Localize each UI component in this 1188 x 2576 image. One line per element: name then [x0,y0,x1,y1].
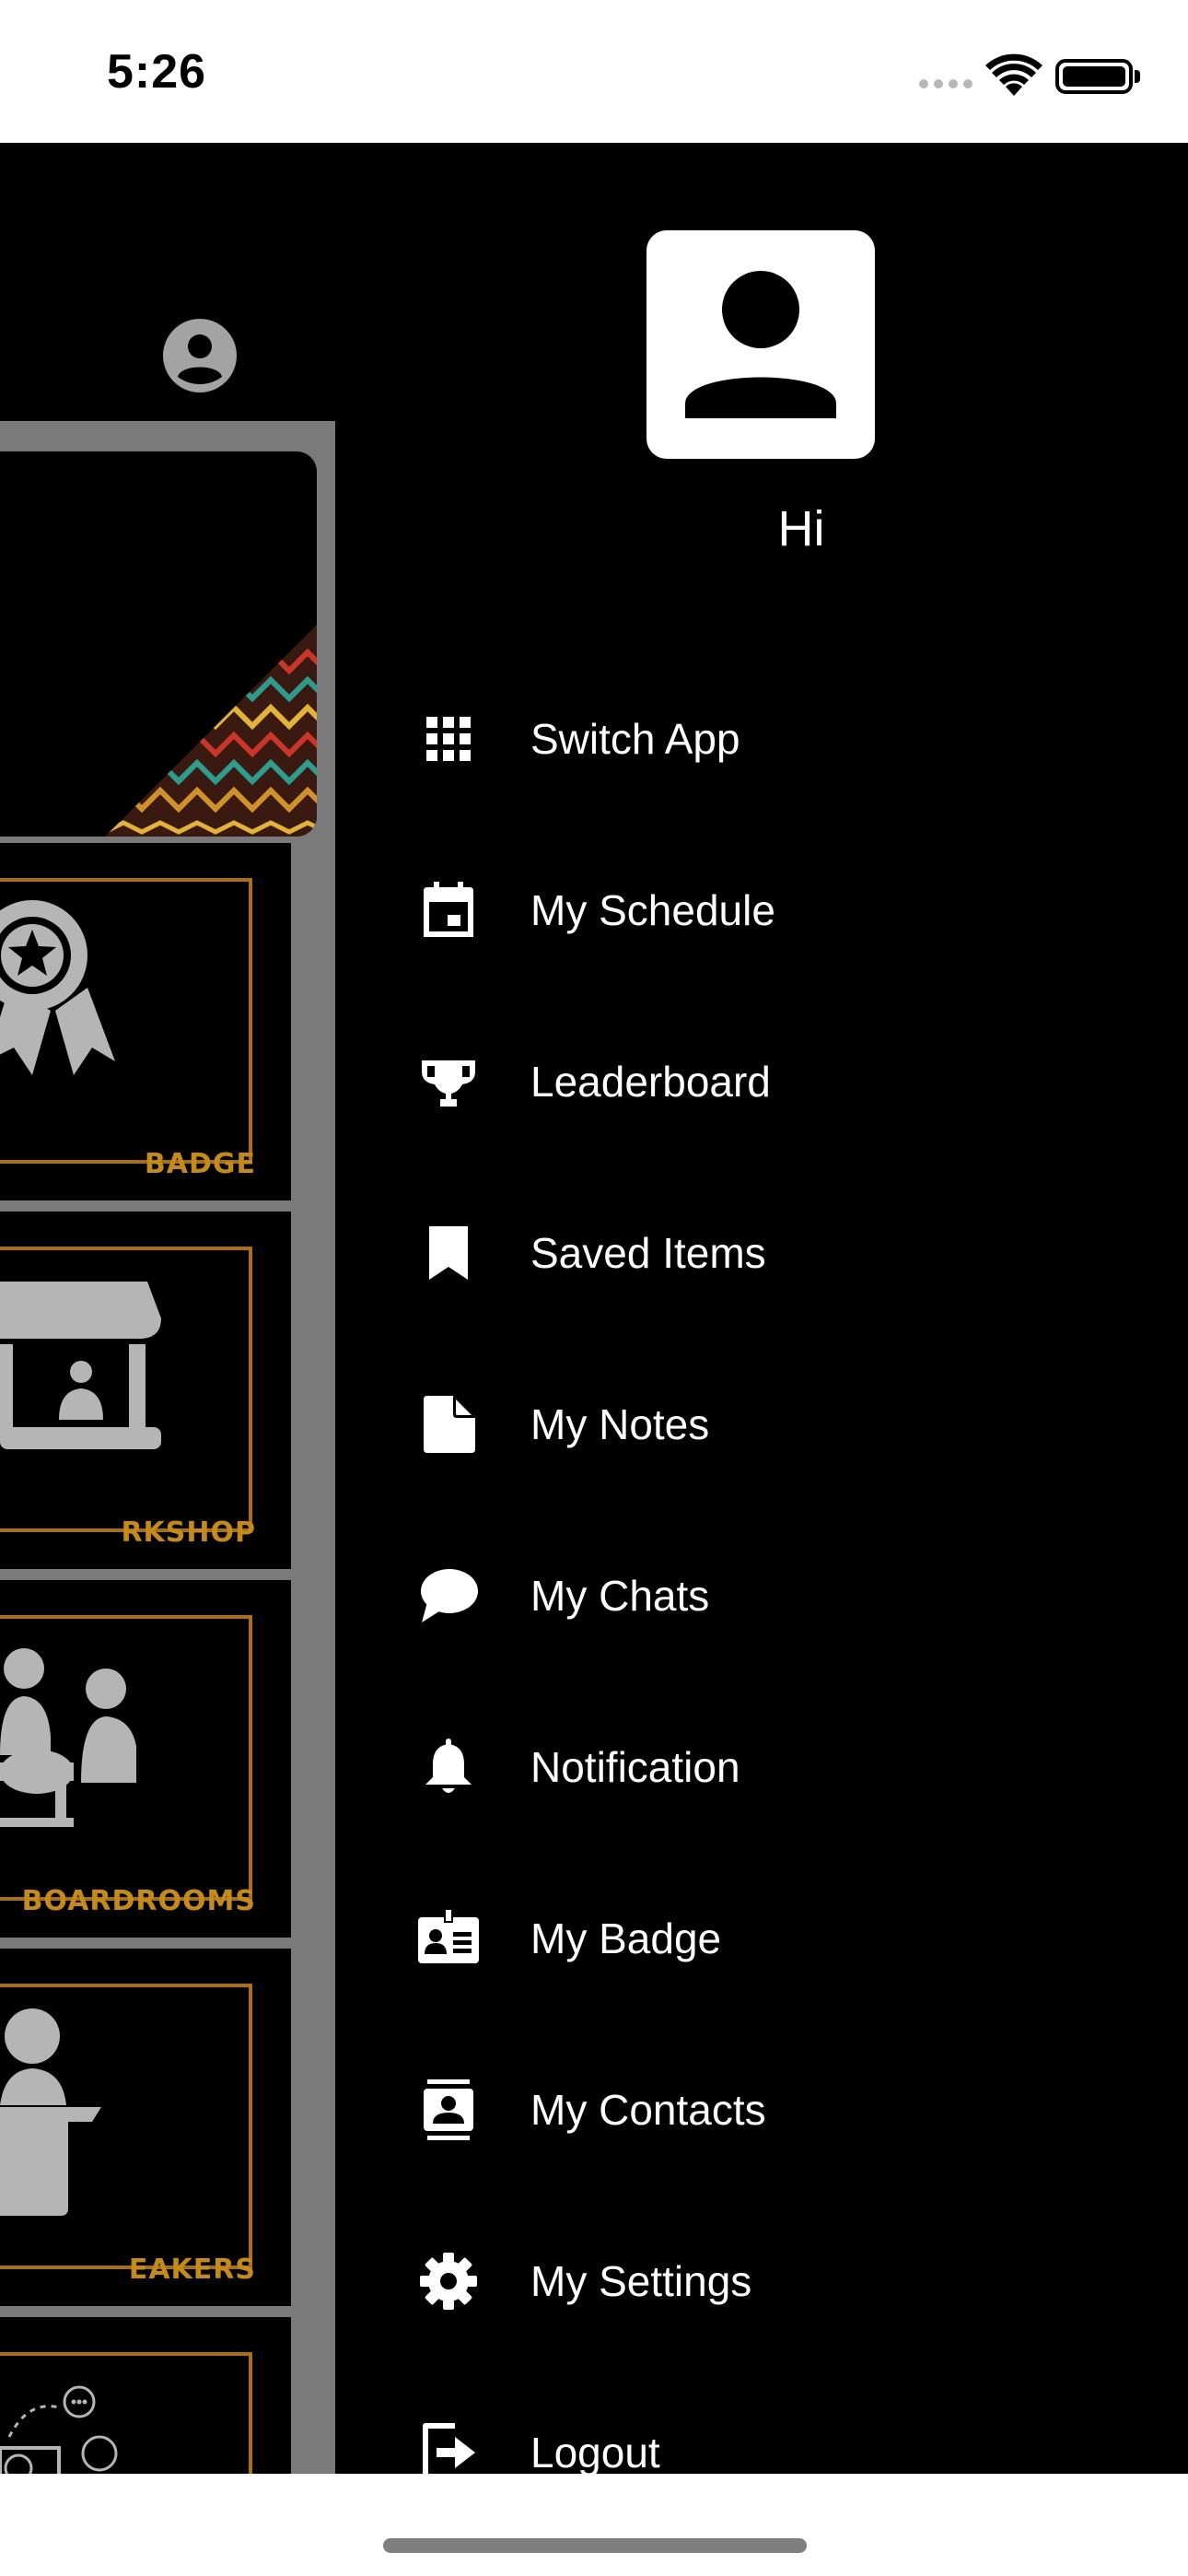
menu-label: My Settings [530,2257,752,2305]
menu-item-my-badge[interactable]: My Badge [350,1868,1188,2006]
tile-label: BOARDROOMS [21,1885,256,1917]
meeting-group-icon [0,1648,136,1827]
trophy-icon [422,1060,475,1107]
menu-item-notification[interactable]: Notification [350,1696,1188,1834]
menu-label: My Schedule [530,886,775,934]
note-icon [424,1396,475,1453]
speaker-podium-icon [0,2008,101,2216]
background-app[interactable]: BADGE RKSHOP BOARDROOMS EAKERS [0,143,350,2474]
tile-boardrooms[interactable]: BOARDROOMS [0,1580,291,1938]
status-time: 5:26 [107,45,207,99]
menu-item-my-contacts[interactable]: My Contacts [350,2039,1188,2177]
bell-icon [425,1739,472,1793]
workshop-booth-icon [0,1282,161,1449]
tile-label: RKSHOP [121,1516,256,1549]
social-media-icon [0,2385,118,2474]
tile-label: BADGE [144,1148,256,1180]
menu-label: Saved Items [530,1229,766,1277]
tile-label: EAKERS [128,2254,256,2286]
menu-item-switch-app[interactable]: Switch App [350,668,1188,806]
app-screen: BADGE RKSHOP BOARDROOMS EAKERS Hi Switch… [0,143,1188,2474]
greeting-text: Hi [777,501,825,556]
menu-item-leaderboard[interactable]: Leaderboard [350,1011,1188,1149]
status-bar: 5:26 [0,0,1188,143]
menu-label: Notification [530,1743,740,1791]
home-area [0,2474,1188,2576]
menu-label: My Badge [530,1914,722,1962]
menu-label: Logout [530,2429,660,2474]
cellular-signal-icon [919,79,974,92]
banner-image[interactable] [0,451,317,837]
award-badge-icon [0,900,115,1075]
tile-speakers[interactable]: EAKERS [0,1949,291,2306]
tile-social[interactable] [0,2317,291,2474]
home-indicator[interactable] [383,2538,807,2553]
user-avatar-icon [685,271,836,418]
menu-label: My Contacts [530,2086,766,2134]
logout-icon [423,2423,475,2474]
tile-workshop[interactable]: RKSHOP [0,1212,291,1569]
menu-item-my-settings[interactable]: My Settings [350,2210,1188,2348]
profile-icon[interactable] [162,318,238,393]
menu-item-saved-items[interactable]: Saved Items [350,1182,1188,1320]
id-badge-icon [418,1910,479,1963]
battery-icon [1055,59,1133,94]
menu-label: My Notes [530,1400,710,1448]
menu-item-my-notes[interactable]: My Notes [350,1353,1188,1492]
menu-label: Leaderboard [530,1058,771,1106]
tile-badge[interactable]: BADGE [0,843,291,1200]
menu-item-my-chats[interactable]: My Chats [350,1525,1188,1663]
navigation-drawer: Hi Switch App My Schedule Leaderboard Sa… [350,143,1188,2474]
bookmark-icon [429,1226,468,1280]
battery-nub [1135,70,1140,83]
menu-label: Switch App [530,715,740,763]
menu-item-logout[interactable]: Logout [350,2382,1188,2474]
contacts-icon [424,2079,473,2140]
wifi-icon [985,53,1042,96]
avatar[interactable] [646,230,875,459]
grid-icon [426,717,471,761]
pattern-art [105,625,317,837]
calendar-icon [424,882,473,937]
chat-icon [421,1569,478,1622]
menu-label: My Chats [530,1572,710,1620]
gear-icon [420,2253,477,2310]
menu-item-my-schedule[interactable]: My Schedule [350,839,1188,978]
